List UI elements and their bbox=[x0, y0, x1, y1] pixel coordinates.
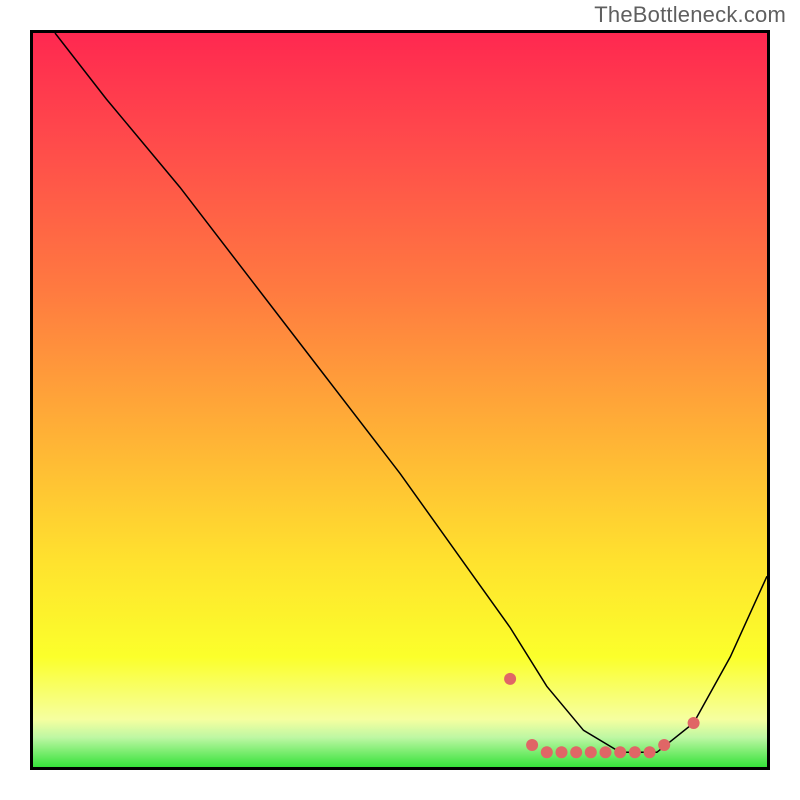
chart-stage: TheBottleneck.com bbox=[0, 0, 800, 800]
optimal-marker bbox=[614, 746, 626, 758]
optimal-marker bbox=[504, 673, 516, 685]
optimal-marker bbox=[570, 746, 582, 758]
plot-svg bbox=[33, 33, 767, 767]
watermark-text: TheBottleneck.com bbox=[594, 2, 786, 28]
optimal-marker bbox=[600, 746, 612, 758]
optimal-marker bbox=[644, 746, 656, 758]
optimal-marker bbox=[688, 717, 700, 729]
plot-frame bbox=[30, 30, 770, 770]
optimal-marker bbox=[585, 746, 597, 758]
optimal-marker bbox=[541, 746, 553, 758]
optimal-marker bbox=[556, 746, 568, 758]
optimal-marker bbox=[629, 746, 641, 758]
optimal-marker bbox=[658, 739, 670, 751]
optimal-marker bbox=[526, 739, 538, 751]
